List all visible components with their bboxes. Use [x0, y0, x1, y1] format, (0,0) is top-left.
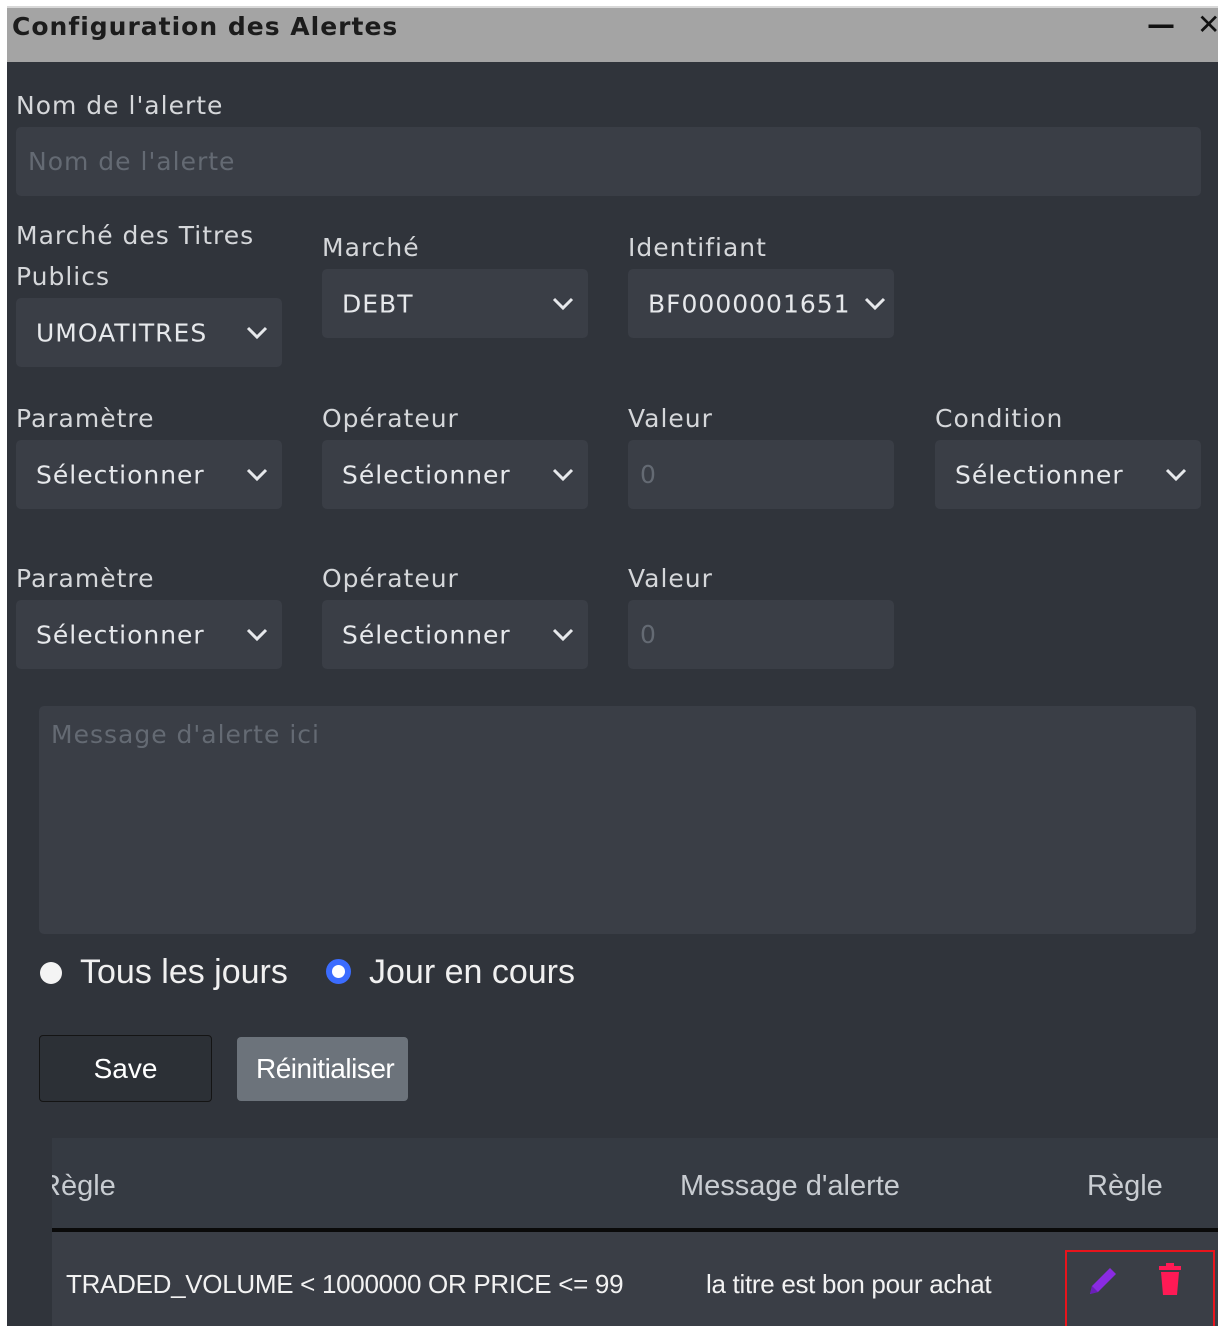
market-group-label: Marché des Titres Publics	[16, 221, 255, 291]
condition-select[interactable]: Sélectionner	[935, 440, 1201, 509]
market-label: Marché	[322, 233, 420, 262]
operator-select-1[interactable]: Sélectionner	[322, 440, 588, 509]
operator-label-2: Opérateur	[322, 564, 459, 593]
operator-label-1: Opérateur	[322, 404, 459, 433]
market-group-value: UMOATITRES	[36, 318, 208, 347]
operator-value-2: Sélectionner	[342, 620, 511, 649]
condition-value: Sélectionner	[955, 460, 1124, 489]
param-value-1: Sélectionner	[36, 460, 205, 489]
identifier-label: Identifiant	[628, 233, 767, 262]
message-cell: la titre est bon pour achat	[706, 1269, 992, 1299]
chevron-down-icon	[864, 297, 886, 310]
value-label-2: Valeur	[628, 564, 713, 593]
identifier-value: BF0000001651	[648, 289, 851, 318]
chevron-down-icon	[552, 628, 574, 641]
column-header-actions: Règle	[1087, 1170, 1163, 1202]
operator-select-2[interactable]: Sélectionner	[322, 600, 588, 669]
rule-cell: TRADED_VOLUME < 1000000 OR PRICE <= 99	[66, 1269, 624, 1299]
chevron-down-icon	[246, 628, 268, 641]
minimize-button[interactable]: —	[1147, 8, 1175, 41]
param-select-2[interactable]: Sélectionner	[16, 600, 282, 669]
alert-message-field[interactable]	[39, 706, 1196, 934]
reset-button[interactable]: Réinitialiser	[237, 1037, 408, 1101]
param-select-1[interactable]: Sélectionner	[16, 440, 282, 509]
chevron-down-icon	[1165, 468, 1187, 481]
alert-name-field[interactable]	[16, 127, 1201, 196]
value-input-2[interactable]	[628, 600, 894, 669]
value-input-1[interactable]	[628, 440, 894, 509]
column-header-message: Message d'alerte	[680, 1170, 900, 1202]
condition-label: Condition	[935, 404, 1064, 433]
save-button[interactable]: Save	[39, 1035, 212, 1102]
identifier-select[interactable]: BF0000001651	[628, 269, 894, 338]
alert-config-window: Configuration des Alertes — ✕ Nom de l'a…	[7, 6, 1218, 1326]
radio-tous-les-jours[interactable]	[40, 962, 62, 984]
alert-name-input[interactable]	[16, 127, 1201, 196]
table-row: TRADED_VOLUME < 1000000 OR PRICE <= 99 l…	[52, 1232, 1218, 1326]
value-field-1[interactable]	[628, 440, 894, 509]
market-select[interactable]: DEBT	[322, 269, 588, 338]
param-value-2: Sélectionner	[36, 620, 205, 649]
market-group-select[interactable]: UMOATITRES	[16, 298, 282, 367]
param-label-1: Paramètre	[16, 404, 155, 433]
value-label-1: Valeur	[628, 404, 713, 433]
chevron-down-icon	[552, 468, 574, 481]
trash-icon[interactable]	[1157, 1262, 1183, 1296]
chevron-down-icon	[246, 468, 268, 481]
alert-message-textarea[interactable]	[39, 706, 1196, 934]
market-value: DEBT	[342, 289, 414, 318]
value-field-2[interactable]	[628, 600, 894, 669]
close-button[interactable]: ✕	[1197, 8, 1218, 41]
radio-jour-en-cours-label[interactable]: Jour en cours	[369, 952, 575, 993]
radio-tous-les-jours-label[interactable]: Tous les jours	[80, 952, 288, 993]
title-bar: Configuration des Alertes — ✕	[7, 6, 1218, 62]
param-label-2: Paramètre	[16, 564, 155, 593]
radio-jour-en-cours[interactable]	[326, 959, 351, 984]
operator-value-1: Sélectionner	[342, 460, 511, 489]
column-header-rule: Règle	[52, 1170, 116, 1202]
pencil-icon[interactable]	[1086, 1264, 1120, 1298]
chevron-down-icon	[552, 297, 574, 310]
alerts-table-header: Règle Message d'alerte Règle	[52, 1138, 1218, 1232]
chevron-down-icon	[246, 326, 268, 339]
alert-name-label: Nom de l'alerte	[16, 91, 224, 120]
window-title: Configuration des Alertes	[12, 12, 399, 41]
